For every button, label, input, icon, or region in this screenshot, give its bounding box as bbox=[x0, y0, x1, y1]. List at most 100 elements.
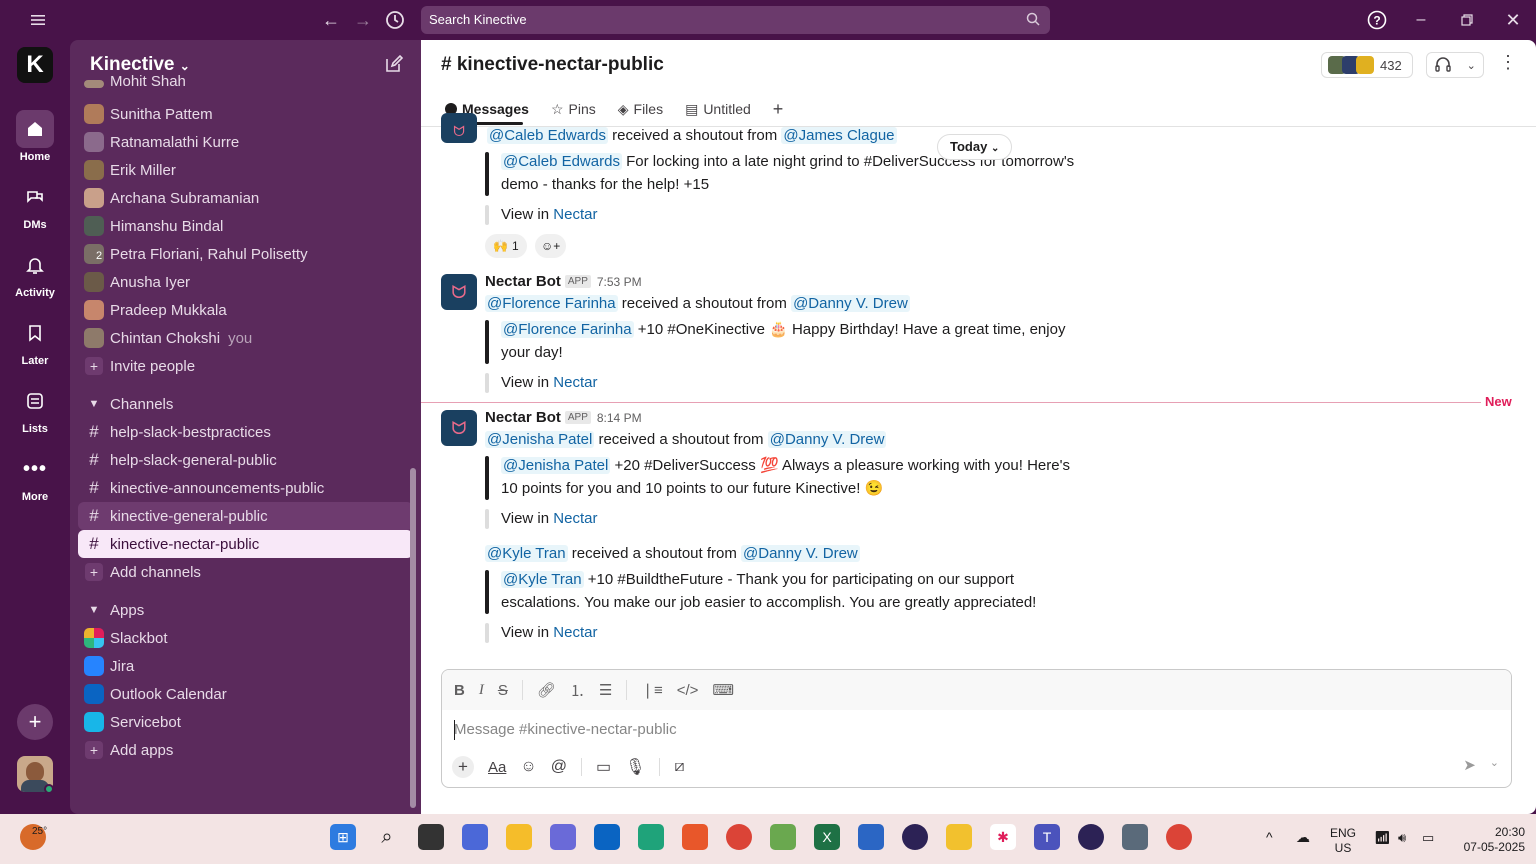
dm-row[interactable]: Ratnamalathi Kurre bbox=[78, 128, 413, 156]
user-mention[interactable]: @Florence Farinha bbox=[485, 295, 618, 312]
eclipse-2-icon[interactable] bbox=[1078, 824, 1104, 850]
tab-untitled[interactable]: ▤ Untitled bbox=[685, 98, 751, 120]
language-indicator[interactable]: ENG US bbox=[1330, 826, 1356, 856]
link-icon[interactable]: 🔗︎ bbox=[537, 681, 556, 699]
members-button[interactable]: 432 bbox=[1321, 52, 1413, 78]
clock[interactable]: 20:30 07-05-2025 bbox=[1455, 825, 1525, 855]
blockquote-icon[interactable]: ❘≡ bbox=[641, 681, 662, 699]
user-mention[interactable]: @Danny V. Drew bbox=[741, 545, 860, 562]
user-mention[interactable]: @Caleb Edwards bbox=[501, 153, 622, 170]
help-icon[interactable]: ? bbox=[1366, 9, 1388, 31]
app-row[interactable]: Servicebot bbox=[78, 708, 413, 736]
rail-activity[interactable]: Activity bbox=[0, 246, 70, 299]
workspace-logo[interactable]: K bbox=[17, 47, 53, 83]
notepad-icon[interactable] bbox=[858, 824, 884, 850]
attach-plus-icon[interactable]: + bbox=[452, 756, 474, 778]
eclipse-icon[interactable] bbox=[902, 824, 928, 850]
send-icon[interactable]: ➤ bbox=[1463, 756, 1476, 774]
teams-chat-icon[interactable] bbox=[462, 824, 488, 850]
video-icon[interactable]: ▭ bbox=[596, 757, 611, 777]
rail-later[interactable]: Later bbox=[0, 314, 70, 367]
timestamp[interactable]: 8:14 PM bbox=[597, 411, 642, 425]
bulleted-list-icon[interactable]: ☰ bbox=[599, 681, 612, 699]
channel-row[interactable]: # help-slack-bestpractices bbox=[78, 418, 413, 446]
paint-icon[interactable] bbox=[770, 824, 796, 850]
close-icon[interactable]: ✕ bbox=[1502, 10, 1524, 30]
shortcuts-slash-icon[interactable]: ⧄ bbox=[674, 758, 684, 776]
author-name[interactable]: Nectar Bot bbox=[485, 409, 561, 426]
user-mention[interactable]: @Florence Farinha bbox=[501, 321, 634, 338]
firefox-icon[interactable] bbox=[682, 824, 708, 850]
microphone-icon[interactable]: 🎙︎ bbox=[625, 757, 645, 777]
dm-row[interactable]: Sunitha Pattem bbox=[78, 100, 413, 128]
italic-icon[interactable]: I bbox=[479, 682, 484, 699]
channel-row-active[interactable]: # kinective-nectar-public bbox=[78, 530, 413, 558]
user-mention[interactable]: @Jenisha Patel bbox=[501, 457, 611, 474]
dm-row-self[interactable]: Chintan Chokshi you bbox=[78, 324, 413, 352]
code-block-icon[interactable]: ⌨ bbox=[712, 681, 734, 699]
dm-row-partial[interactable]: Mohit Shah bbox=[78, 74, 413, 88]
user-mention[interactable]: @Kyle Tran bbox=[501, 571, 584, 588]
user-mention[interactable]: @Caleb Edwards bbox=[487, 127, 608, 144]
tab-files[interactable]: ◈ Files bbox=[618, 98, 663, 120]
add-apps-button[interactable]: + Add apps bbox=[78, 736, 413, 764]
channel-row[interactable]: # help-slack-general-public bbox=[78, 446, 413, 474]
formatting-toggle-icon[interactable]: Aa bbox=[488, 759, 506, 776]
nectar-link[interactable]: Nectar bbox=[553, 374, 597, 391]
onedrive-icon[interactable]: ☁ bbox=[1296, 830, 1310, 845]
bold-icon[interactable]: B bbox=[454, 682, 465, 699]
user-mention[interactable]: @Kyle Tran bbox=[485, 545, 568, 562]
edge-icon[interactable] bbox=[638, 824, 664, 850]
chrome-2-icon[interactable] bbox=[1166, 824, 1192, 850]
dm-row-group[interactable]: 2 Petra Floriani, Rahul Polisetty bbox=[78, 240, 413, 268]
tab-pins[interactable]: ☆ Pins bbox=[551, 98, 596, 120]
mail-icon[interactable] bbox=[550, 824, 576, 850]
rail-home[interactable]: Home bbox=[0, 110, 70, 163]
code-icon[interactable]: </> bbox=[677, 682, 699, 699]
wifi-icon[interactable]: 📶︎ bbox=[1374, 830, 1391, 845]
nectar-link[interactable]: Nectar bbox=[553, 624, 597, 641]
mention-at-icon[interactable]: @ bbox=[551, 758, 567, 776]
user-mention[interactable]: @Danny V. Drew bbox=[791, 295, 910, 312]
chrome-icon[interactable] bbox=[726, 824, 752, 850]
dm-row[interactable]: Anusha Iyer bbox=[78, 268, 413, 296]
file-explorer-icon[interactable] bbox=[506, 824, 532, 850]
search-bar[interactable]: Search Kinective bbox=[421, 6, 1050, 34]
workspace-name[interactable]: Kinective ⌄ bbox=[90, 54, 190, 76]
dm-row[interactable]: Archana Subramanian bbox=[78, 184, 413, 212]
nectar-bot-avatar[interactable]: ᗢ bbox=[441, 410, 477, 446]
app-row[interactable]: Jira bbox=[78, 652, 413, 680]
strikethrough-icon[interactable]: S bbox=[498, 682, 508, 699]
outlook-icon[interactable] bbox=[594, 824, 620, 850]
history-clock-icon[interactable] bbox=[384, 9, 406, 31]
rail-more[interactable]: ••• More bbox=[0, 450, 70, 504]
dm-row[interactable]: Himanshu Bindal bbox=[78, 212, 413, 240]
dm-row[interactable]: Pradeep Mukkala bbox=[78, 296, 413, 324]
forward-arrow-icon[interactable]: → bbox=[352, 10, 374, 30]
task-view-icon[interactable] bbox=[418, 824, 444, 850]
chevron-down-icon[interactable]: ⌄ bbox=[1490, 756, 1499, 774]
nectar-bot-avatar[interactable]: ᗢ bbox=[441, 113, 477, 143]
snipping-icon[interactable] bbox=[946, 824, 972, 850]
nectar-bot-avatar[interactable]: ᗢ bbox=[441, 274, 477, 310]
chevron-up-icon[interactable]: ^ bbox=[1266, 830, 1273, 845]
channel-row[interactable]: # kinective-announcements-public bbox=[78, 474, 413, 502]
back-arrow-icon[interactable]: ← bbox=[320, 10, 342, 30]
sidebar-scrollbar[interactable] bbox=[410, 468, 416, 808]
excel-icon[interactable]: X bbox=[814, 824, 840, 850]
slack-taskbar-icon[interactable]: ✱ bbox=[990, 824, 1016, 850]
channel-title[interactable]: # kinective-nectar-public bbox=[441, 54, 664, 76]
battery-icon[interactable]: ▭ bbox=[1422, 830, 1434, 845]
app-icon[interactable] bbox=[1122, 824, 1148, 850]
reaction-pill[interactable]: 🙌 1 bbox=[485, 234, 527, 258]
nectar-link[interactable]: Nectar bbox=[553, 510, 597, 527]
search-icon[interactable]: ⌕ bbox=[374, 824, 400, 850]
minimize-icon[interactable]: – bbox=[1410, 10, 1432, 30]
user-mention[interactable]: @James Clague bbox=[781, 127, 897, 144]
message-input[interactable]: Message #kinective-nectar-public bbox=[454, 721, 677, 738]
more-options-icon[interactable]: ⋮ bbox=[1499, 52, 1517, 73]
add-workspace-plus-icon[interactable]: + bbox=[17, 704, 53, 740]
app-row[interactable]: Slackbot bbox=[78, 624, 413, 652]
hamburger-menu-icon[interactable] bbox=[28, 10, 48, 30]
teams-icon[interactable]: T bbox=[1034, 824, 1060, 850]
